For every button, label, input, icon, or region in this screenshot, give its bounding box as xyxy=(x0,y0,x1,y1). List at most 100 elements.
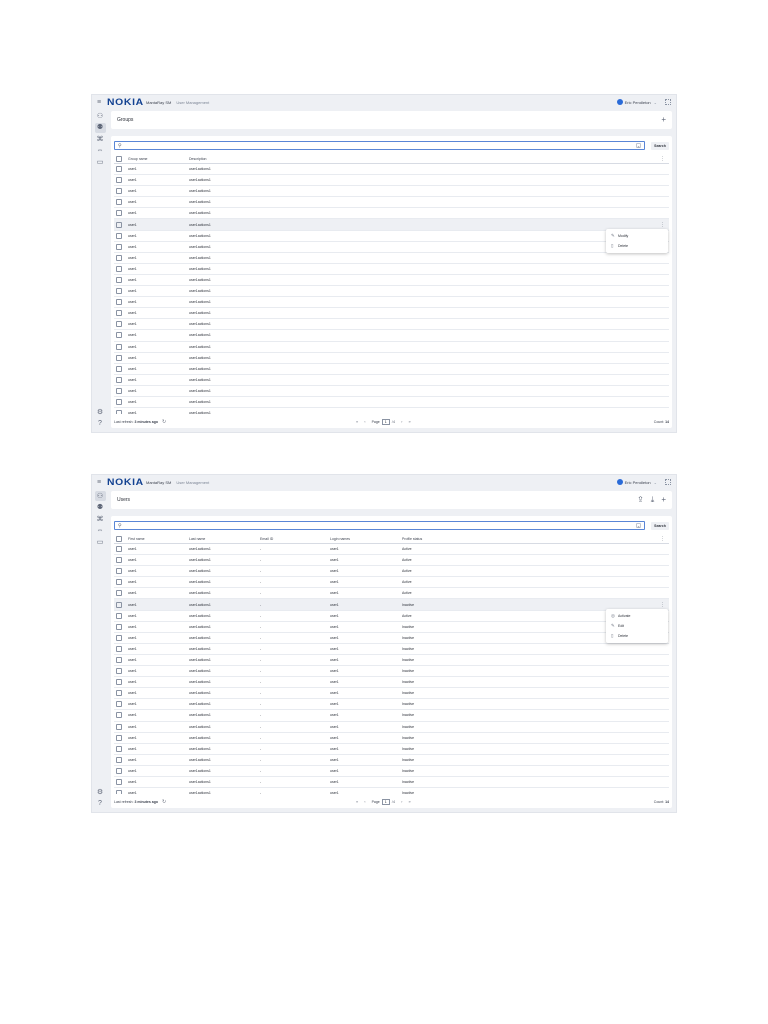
table-row[interactable]: user1 user1actions1 xyxy=(114,375,669,386)
prev-page-icon[interactable]: ‹ xyxy=(364,419,365,424)
row-checkbox[interactable] xyxy=(116,590,122,597)
row-checkbox[interactable] xyxy=(116,276,122,283)
arrows-icon[interactable]: ⇔ xyxy=(95,146,106,156)
row-checkbox[interactable] xyxy=(116,623,122,630)
hamburger-icon[interactable]: ≡ xyxy=(97,99,107,106)
monitor-icon[interactable]: ▭ xyxy=(95,157,106,167)
menu-item-delete[interactable]: ▯ Delete xyxy=(606,241,668,251)
refresh-icon[interactable]: ↻ xyxy=(162,799,166,805)
chevron-down-icon[interactable]: ⌄ xyxy=(654,100,657,105)
row-checkbox[interactable] xyxy=(116,210,122,217)
column-options-icon[interactable]: ⋮ xyxy=(660,536,665,542)
network-icon[interactable]: ⌘ xyxy=(95,514,106,524)
prev-page-icon[interactable]: ‹ xyxy=(364,799,365,804)
table-row[interactable]: user1 user1actions1 xyxy=(114,408,669,414)
row-checkbox[interactable] xyxy=(116,690,122,697)
table-row[interactable]: user1 user1actions1 - user1 Inactive xyxy=(114,699,669,711)
table-row[interactable]: user1 user1actions1 xyxy=(114,330,669,342)
table-row[interactable]: user1 user1actions1 xyxy=(114,353,669,364)
avatar[interactable] xyxy=(616,479,623,485)
table-row[interactable]: user1 user1actions1 xyxy=(114,242,669,253)
avatar[interactable] xyxy=(616,99,623,105)
row-checkbox[interactable] xyxy=(116,601,122,608)
table-row[interactable]: user1 user1actions1 - user1 Active xyxy=(114,544,669,556)
row-checkbox[interactable] xyxy=(116,376,122,383)
table-row[interactable]: user1 user1actions1 - user1 Inactive xyxy=(114,755,669,766)
row-checkbox[interactable] xyxy=(116,288,122,295)
row-checkbox[interactable] xyxy=(116,712,122,719)
select-all-checkbox[interactable] xyxy=(116,536,122,542)
table-row[interactable]: user1 user1actions1 - user1 Inactive xyxy=(114,733,669,744)
table-row[interactable]: user1 user1actions1 - user1 Inactive xyxy=(114,644,669,655)
row-checkbox[interactable] xyxy=(116,579,122,586)
search-button[interactable]: Search xyxy=(651,521,669,530)
menu-item-delete[interactable]: ▯ Delete xyxy=(606,631,668,641)
table-row[interactable]: user1 user1actions1 xyxy=(114,308,669,320)
app-grid-icon[interactable] xyxy=(665,99,671,105)
table-row[interactable]: user1 user1actions1 xyxy=(114,297,669,309)
table-row[interactable]: user1 user1actions1 - user1 Inactive xyxy=(114,777,669,789)
menu-item-activate[interactable]: ◎ Activate xyxy=(606,611,668,621)
add-icon[interactable]: + xyxy=(661,496,666,504)
row-checkbox[interactable] xyxy=(116,343,122,350)
last-page-icon[interactable]: » xyxy=(408,799,410,804)
row-checkbox[interactable] xyxy=(116,546,122,553)
table-row[interactable]: user1 user1actions1 - user1 Inactive xyxy=(114,622,669,633)
row-checkbox[interactable] xyxy=(116,656,122,663)
user-name[interactable]: Eric Pendleton xyxy=(625,100,651,105)
row-checkbox[interactable] xyxy=(116,701,122,708)
user-icon[interactable]: ⚇ xyxy=(95,111,106,121)
select-all-checkbox[interactable] xyxy=(116,156,122,162)
row-checkbox[interactable] xyxy=(116,332,122,339)
row-checkbox[interactable] xyxy=(116,310,122,317)
add-icon[interactable]: + xyxy=(661,116,666,124)
row-checkbox[interactable] xyxy=(116,243,122,250)
table-row[interactable]: user1 user1actions1 - user1 Inactive xyxy=(114,688,669,700)
row-checkbox[interactable] xyxy=(116,177,122,184)
table-row[interactable]: user1 user1actions1 - user1 Inactive xyxy=(114,666,669,678)
settings-icon[interactable]: ⚙ xyxy=(95,407,106,417)
table-row[interactable]: user1 user1actions1 - user1 Active xyxy=(114,555,669,567)
row-checkbox[interactable] xyxy=(116,166,122,173)
download-icon[interactable]: ⤓ xyxy=(651,496,655,504)
column-header-last-name[interactable]: Last name xyxy=(189,537,260,541)
row-checkbox[interactable] xyxy=(116,668,122,675)
last-page-icon[interactable]: » xyxy=(408,419,410,424)
row-checkbox[interactable] xyxy=(116,399,122,406)
clear-icon[interactable]: × xyxy=(636,143,641,149)
table-row[interactable]: user1 user1actions1 xyxy=(114,275,669,287)
row-checkbox[interactable] xyxy=(116,365,122,372)
column-header-first-name[interactable]: First name xyxy=(128,537,189,541)
table-row[interactable]: user1 user1actions1 - user1 Active xyxy=(114,588,669,600)
row-checkbox[interactable] xyxy=(116,199,122,206)
table-row[interactable]: user1 user1actions1 - user1 Active xyxy=(114,566,669,578)
row-checkbox[interactable] xyxy=(116,221,122,228)
row-checkbox[interactable] xyxy=(116,254,122,261)
table-row[interactable]: user1 user1actions1 - user1 Active xyxy=(114,611,669,622)
table-row[interactable]: user1 user1actions1 - user1 Inactive xyxy=(114,655,669,667)
group-icon[interactable]: ⚉ xyxy=(95,503,106,513)
row-checkbox[interactable] xyxy=(116,745,122,752)
search-button[interactable]: Search xyxy=(651,141,669,150)
user-name[interactable]: Eric Pendleton xyxy=(625,480,651,485)
group-icon[interactable]: ⚉ xyxy=(94,122,106,133)
arrows-icon[interactable]: ⇔ xyxy=(95,526,106,536)
table-row[interactable]: user1 user1actions1 - user1 Inactive xyxy=(114,710,669,722)
row-checkbox[interactable] xyxy=(116,756,122,763)
table-row[interactable]: user1 user1actions1 - user1 Inactive xyxy=(114,766,669,777)
table-row[interactable]: user1 user1actions1 - user1 Inactive xyxy=(114,744,669,755)
help-icon[interactable]: ? xyxy=(95,799,106,809)
help-icon[interactable]: ? xyxy=(95,419,106,429)
monitor-icon[interactable]: ▭ xyxy=(95,537,106,547)
settings-icon[interactable]: ⚙ xyxy=(95,787,106,797)
chevron-down-icon[interactable]: ⌄ xyxy=(654,480,657,485)
hamburger-icon[interactable]: ≡ xyxy=(97,479,107,486)
next-page-icon[interactable]: › xyxy=(401,799,402,804)
table-row[interactable]: user1 user1actions1 - user1 Inactive xyxy=(114,677,669,689)
table-row[interactable]: user1 user1actions1 - user1 Active xyxy=(114,577,669,589)
row-checkbox[interactable] xyxy=(116,299,122,306)
row-checkbox[interactable] xyxy=(116,354,122,361)
column-header-email-id[interactable]: Email ID xyxy=(260,537,330,541)
row-checkbox[interactable] xyxy=(116,188,122,195)
row-checkbox[interactable] xyxy=(116,634,122,641)
